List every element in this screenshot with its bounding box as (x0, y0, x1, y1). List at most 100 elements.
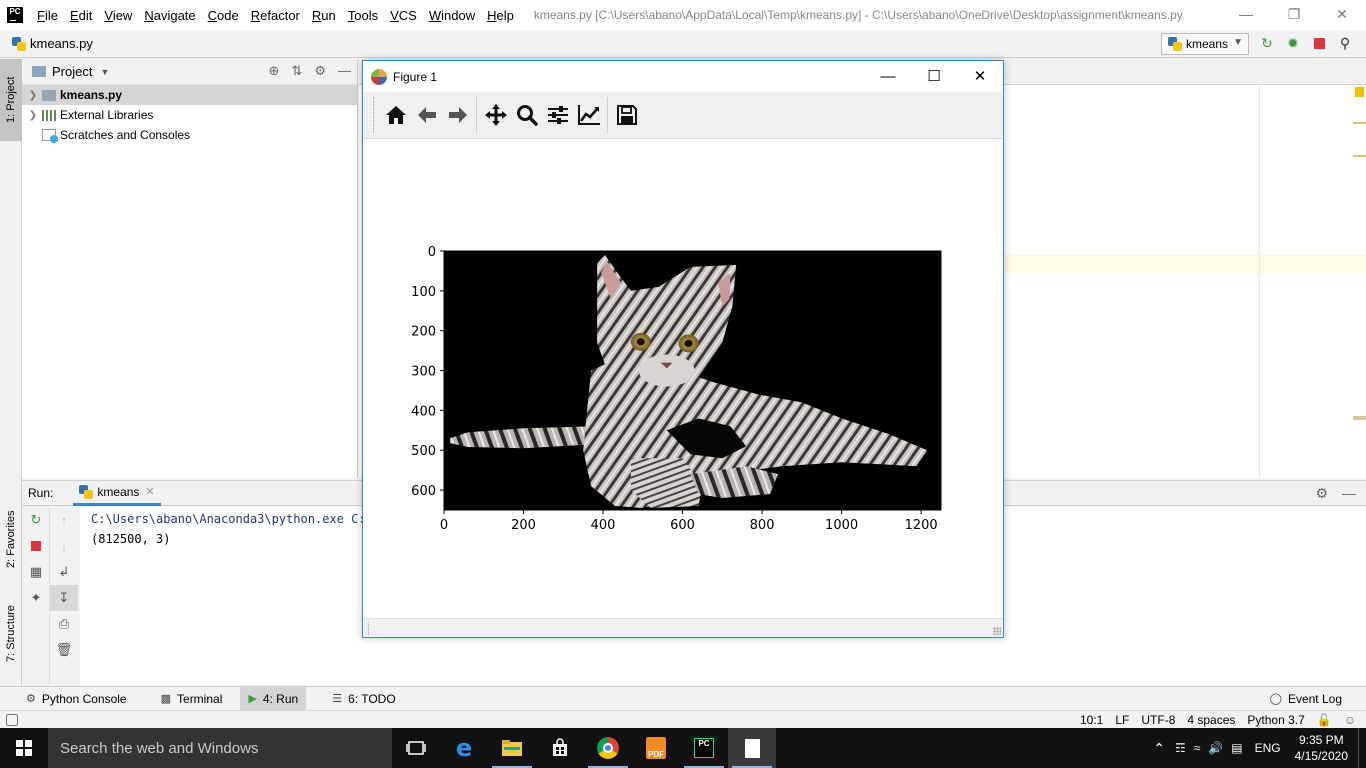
menu-run[interactable]: Run (306, 8, 342, 23)
menu-navigate[interactable]: Navigate (138, 8, 201, 23)
clock-time: 9:35 PM (1298, 733, 1344, 747)
pycharm-taskbar-icon[interactable]: PC (680, 728, 728, 768)
taskbar-search[interactable]: Search the web and Windows (48, 728, 392, 768)
inspector-icon[interactable]: ☺ (1344, 713, 1356, 727)
chevron-right-icon[interactable]: ❯ (24, 90, 42, 101)
chevron-up-icon[interactable]: ⌃ (1153, 740, 1165, 757)
line-separator[interactable]: LF (1115, 713, 1129, 727)
locate-icon[interactable]: ⊕ (269, 63, 280, 79)
run-configuration-dropdown[interactable]: kmeans ▼ (1161, 33, 1249, 55)
pan-icon[interactable] (480, 98, 511, 132)
tab-structure[interactable]: 7: Structure (0, 594, 22, 674)
save-icon[interactable] (611, 98, 642, 132)
menu-file[interactable]: File (31, 8, 64, 23)
back-icon[interactable] (411, 98, 442, 132)
caret-position[interactable]: 10:1 (1080, 713, 1103, 727)
chevron-right-icon[interactable]: ❯ (24, 110, 42, 121)
tab-run[interactable]: ▶ 4: Run (240, 686, 307, 711)
menu-help[interactable]: Help (481, 8, 520, 23)
scroll-marker (1353, 155, 1366, 157)
menu-view[interactable]: View (98, 8, 138, 23)
resize-grip-icon[interactable] (993, 627, 1001, 635)
network-icon[interactable]: ☶ (1175, 741, 1186, 755)
store-icon[interactable] (536, 728, 584, 768)
gear-icon[interactable]: ⚙ (314, 63, 326, 79)
hide-icon[interactable]: — (1342, 485, 1356, 502)
chrome-icon[interactable] (584, 728, 632, 768)
tab-terminal[interactable]: ▩ Terminal (153, 687, 231, 711)
y-tick-label: 100 (411, 285, 436, 300)
print-icon[interactable]: ⎙ (50, 611, 78, 637)
stop-icon[interactable] (1310, 34, 1328, 52)
rerun-icon[interactable]: ↻ (1258, 34, 1276, 52)
soft-wrap-icon[interactable]: ↲ (50, 559, 78, 585)
tool-window-toggle-icon[interactable] (6, 713, 18, 726)
file-encoding[interactable]: UTF-8 (1141, 713, 1175, 727)
tab-todo[interactable]: ☰ 6: TODO (324, 687, 403, 711)
tree-item-kmeans[interactable]: ❯ kmeans.py (22, 85, 357, 105)
menu-window[interactable]: Window (423, 8, 481, 23)
file-explorer-icon[interactable] (488, 728, 536, 768)
lock-icon[interactable]: 🔓 (1317, 713, 1332, 727)
python-interpreter[interactable]: Python 3.7 (1247, 713, 1304, 727)
run-label: Run: (28, 486, 54, 500)
maximize-icon[interactable]: ☐ (911, 61, 957, 91)
tab-project[interactable]: 1: Project (0, 59, 22, 141)
ide-title-bar: PC File Edit View Navigate Code Refactor… (0, 0, 1366, 30)
edit-axes-icon[interactable] (573, 98, 604, 132)
action-center-icon[interactable] (1358, 728, 1366, 768)
task-view-icon[interactable] (392, 728, 440, 768)
pdf-app-icon[interactable]: PDF (632, 728, 680, 768)
tab-favorites[interactable]: 2: Favorites (0, 499, 22, 579)
document-app-icon[interactable] (728, 728, 776, 768)
volume-icon[interactable]: 🔊 (1208, 741, 1223, 755)
indent-setting[interactable]: 4 spaces (1187, 713, 1235, 727)
home-icon[interactable] (380, 98, 411, 132)
tab-event-log[interactable]: ◯ Event Log (1262, 687, 1350, 711)
menu-refactor[interactable]: Refactor (245, 8, 306, 23)
hide-icon[interactable]: — (338, 63, 351, 79)
close-icon[interactable]: ✕ (145, 485, 154, 498)
tree-item-scratches[interactable]: Scratches and Consoles (22, 125, 357, 145)
minimize-icon[interactable]: — (865, 61, 911, 91)
menu-vcs[interactable]: VCS (384, 8, 423, 23)
run-tab-kmeans[interactable]: kmeans ✕ (73, 480, 161, 506)
layout-icon[interactable]: ▦ (22, 559, 50, 585)
restore-icon[interactable]: ❐ (1270, 0, 1318, 30)
configure-subplots-icon[interactable] (542, 98, 573, 132)
minimize-icon[interactable]: — (1222, 0, 1270, 30)
pin-icon[interactable]: ✦ (22, 585, 50, 611)
menu-tools[interactable]: Tools (342, 8, 384, 23)
menu-edit[interactable]: Edit (64, 8, 98, 23)
scroll-to-end-icon[interactable]: ↧ (50, 585, 78, 611)
gear-icon[interactable]: ⚙ (1315, 485, 1328, 502)
start-button[interactable] (0, 728, 48, 768)
language-indicator[interactable]: ENG (1255, 741, 1281, 755)
arrow-up-icon[interactable]: ↑ (50, 507, 78, 533)
menu-code[interactable]: Code (202, 8, 245, 23)
trash-icon[interactable]: 🗑 (50, 637, 78, 663)
search-icon[interactable]: ⚲ (1336, 34, 1354, 52)
figure-canvas[interactable]: 0 200 400 600 800 1000 1200 0 100 200 300 400 500 60… (363, 140, 1003, 618)
close-icon[interactable]: ✕ (1318, 0, 1366, 30)
zoom-icon[interactable] (511, 98, 542, 132)
clock[interactable]: 9:35 PM 4/15/2020 (1295, 732, 1348, 764)
plot-svg[interactable]: 0 200 400 600 800 1000 1200 0 100 200 300 400 500 60… (363, 140, 1003, 618)
breadcrumb[interactable]: kmeans.py (12, 36, 93, 51)
debug-icon[interactable]: ✹ (1284, 34, 1302, 52)
forward-icon[interactable] (442, 98, 473, 132)
arrow-down-icon[interactable]: ↓ (50, 533, 78, 559)
wifi-icon[interactable]: ≈ (1194, 741, 1201, 755)
inspection-status-icon[interactable] (1355, 87, 1364, 97)
stop-icon[interactable] (22, 533, 50, 559)
edge-browser-icon[interactable]: e (440, 728, 488, 768)
x-tick-label: 200 (511, 518, 536, 533)
tree-item-external-libraries[interactable]: ❯ External Libraries (22, 105, 357, 125)
notification-icon[interactable]: ▤ (1231, 741, 1242, 755)
collapse-all-icon[interactable]: ⇅ (291, 63, 302, 79)
rerun-icon[interactable]: ↻ (22, 507, 50, 533)
tab-python-console[interactable]: ⚙ Python Console (18, 687, 135, 711)
close-icon[interactable]: ✕ (957, 61, 1003, 91)
figure-title-bar[interactable]: Figure 1 — ☐ ✕ (363, 61, 1003, 92)
project-view-selector[interactable]: Project ▼ (32, 64, 109, 79)
